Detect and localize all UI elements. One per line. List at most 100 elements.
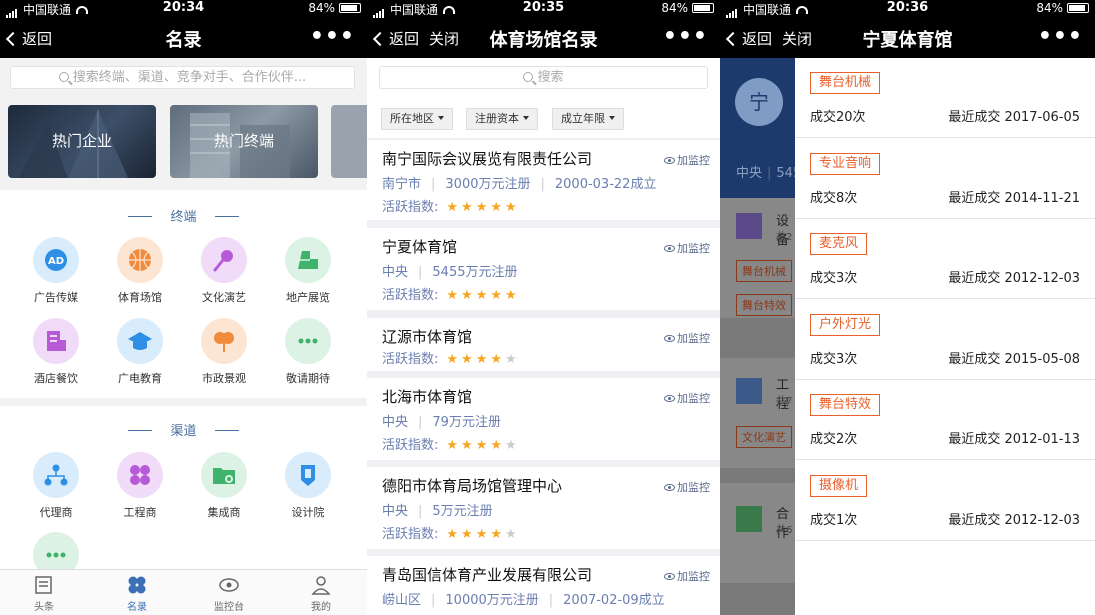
deal-count: 成交20次	[810, 110, 866, 125]
add-monitor-button[interactable]: 加监控	[664, 568, 710, 584]
deal-count: 成交1次	[810, 512, 858, 528]
category-ad-media[interactable]: AD 广告传媒	[14, 237, 98, 305]
avatar: 宁	[735, 78, 783, 126]
monitor-label: 加监控	[677, 332, 710, 345]
star-icon: ★	[461, 352, 476, 367]
activity-index: 活跃指数: ★★★★★	[382, 434, 520, 453]
tab-mine[interactable]: 我的	[291, 574, 351, 613]
tab-label: 名录	[127, 602, 147, 613]
deal-item[interactable]: 舞台特效 成交2次 最近成交 2012-01-13	[795, 380, 1095, 460]
channel-engineer[interactable]: 工程商	[98, 452, 182, 520]
stadium-meta: 中央 | 5万元注册	[382, 504, 493, 519]
channel-label: 集成商	[207, 506, 241, 519]
more-button[interactable]: •••	[663, 24, 708, 49]
stadium-card[interactable]: 北海市体育馆 加监控 中央 | 79万元注册 活跃指数: ★★★★★	[367, 378, 720, 460]
icon-circle	[117, 237, 163, 283]
deal-item[interactable]: 户外灯光 成交3次 最近成交 2015-05-08	[795, 300, 1095, 380]
banner-next[interactable]	[331, 105, 367, 178]
screen-directory: 中国联通 20:34 84% 返回 名录 ••• 搜索终端、渠道、竞争对手、合作…	[0, 0, 367, 615]
building-icon	[298, 251, 318, 269]
eye-icon	[664, 335, 675, 342]
bg-row-sub: 共7	[776, 396, 793, 407]
grid-petals-icon	[130, 465, 150, 485]
search-placeholder: 搜索	[537, 70, 564, 85]
tab-directory[interactable]: 名录	[107, 574, 167, 613]
banner-hot-companies[interactable]: 热门企业	[8, 105, 156, 178]
deal-drawer: 舞台机械 成交20次 最近成交 2017-06-05 专业音响 成交8次 最近成交 201…	[795, 58, 1095, 615]
stadium-card[interactable]: 南宁国际会议展览有限责任公司 加监控 南宁市 | 3000万元注册 | 2000-03-22…	[367, 140, 720, 220]
dimmed-background[interactable]: 宁 中央 | 545 设备 共2 舞台机械 舞台特效 工程 共7 文化演艺 合作 共…	[720, 58, 801, 615]
last-deal-date: 最近成交 2015-05-08	[948, 351, 1080, 367]
stadium-card[interactable]: 宁夏体育馆 加监控 中央 | 5455万元注册 活跃指数: ★★★★★	[367, 228, 720, 310]
channel-label: 工程商	[123, 506, 157, 519]
stadium-meta: 崂山区 | 10000万元注册 | 2007-02-09成立	[382, 593, 665, 608]
product-tag: 舞台特效	[810, 394, 881, 416]
activity-index: 活跃指数: ★★★★★	[382, 196, 520, 215]
deal-item[interactable]: 专业音响 成交8次 最近成交 2014-11-21	[795, 139, 1095, 219]
nav-bar: 返回 关闭 宁夏体育馆 •••	[720, 18, 1095, 58]
star-icon: ★	[490, 527, 506, 542]
star-icon: ★	[475, 352, 491, 367]
deal-item[interactable]: 舞台机械 成交20次 最近成交 2017-06-05	[795, 58, 1095, 138]
category-performance[interactable]: 文化演艺	[182, 237, 266, 305]
section-title-text: 终端	[170, 210, 197, 225]
filter-capital[interactable]: 注册资本	[466, 108, 538, 130]
tab-headlines[interactable]: 头条	[14, 574, 74, 613]
add-monitor-button[interactable]: 加监控	[664, 240, 710, 256]
activity-label: 活跃指数:	[382, 352, 439, 367]
stadium-meta: 南宁市 | 3000万元注册 | 2000-03-22成立	[382, 177, 657, 192]
bg-meta-region: 中央	[736, 166, 763, 181]
filter-region[interactable]: 所在地区	[381, 108, 453, 130]
category-label: 市政景观	[202, 372, 246, 385]
battery-icon	[1067, 3, 1089, 13]
deal-item[interactable]: 摄像机 成交1次 最近成交 2012-12-03	[795, 461, 1095, 541]
filter-years[interactable]: 成立年限	[552, 108, 624, 130]
channel-agent[interactable]: 代理商	[14, 452, 98, 520]
search-placeholder: 搜索终端、渠道、竞争对手、合作伙伴...	[72, 70, 307, 85]
stadium-card[interactable]: 德阳市体育局场馆管理中心 加监控 中央 | 5万元注册 活跃指数: ★★★★★	[367, 467, 720, 549]
icon-circle	[201, 318, 247, 364]
tab-monitor[interactable]: 监控台	[199, 574, 259, 613]
stadium-card[interactable]: 青岛国信体育产业发展有限公司 加监控 崂山区 | 10000万元注册 | 2007-02-0…	[367, 556, 720, 615]
category-landscape[interactable]: 市政景观	[182, 318, 266, 386]
more-button[interactable]: •••	[1038, 24, 1083, 49]
category-stadium[interactable]: 体育场馆	[98, 237, 182, 305]
status-bar: 中国联通 20:36 84%	[720, 0, 1095, 18]
icon-circle	[285, 237, 331, 283]
activity-label: 活跃指数:	[382, 527, 439, 542]
microphone-icon	[213, 250, 233, 272]
search-icon	[523, 72, 534, 82]
add-monitor-button[interactable]: 加监控	[664, 479, 710, 495]
channel-design-institute[interactable]: 设计院	[266, 452, 350, 520]
category-real-estate[interactable]: 地产展览	[266, 237, 350, 305]
screen-stadium-list: 中国联通 20:35 84% 返回 关闭 体育场馆名录 ••• 搜索 所在地区 …	[367, 0, 720, 615]
stadium-meta: 中央 | 5455万元注册	[382, 265, 518, 280]
category-education[interactable]: 广电教育	[98, 318, 182, 386]
add-monitor-button[interactable]: 加监控	[664, 330, 710, 346]
deal-count: 成交3次	[810, 351, 858, 367]
search-input[interactable]: 搜索终端、渠道、竞争对手、合作伙伴...	[10, 66, 355, 89]
activity-index: 活跃指数: ★★★★★	[382, 348, 520, 367]
star-rating: ★★★★★	[446, 352, 519, 367]
category-hotel[interactable]: 酒店餐饮	[14, 318, 98, 386]
add-monitor-button[interactable]: 加监控	[664, 390, 710, 406]
eye-icon	[664, 245, 675, 252]
more-button[interactable]: •••	[310, 24, 355, 49]
banner-label: 热门终端	[213, 132, 274, 150]
stadium-card[interactable]: 辽源市体育馆 加监控 活跃指数: ★★★★★	[367, 318, 720, 371]
monitor-label: 加监控	[677, 154, 710, 167]
battery-icon	[339, 3, 361, 13]
banner-hot-terminals[interactable]: 热门终端	[170, 105, 318, 178]
star-icon: ★	[505, 438, 520, 453]
caret-down-icon	[609, 116, 615, 120]
category-coming-soon[interactable]: 敬请期待	[266, 318, 350, 386]
meta-item: 中央	[382, 265, 409, 280]
star-icon: ★	[446, 288, 462, 303]
ad-icon: AD	[45, 249, 67, 271]
search-input[interactable]: 搜索	[379, 66, 708, 89]
channel-integrator[interactable]: 集成商	[182, 452, 266, 520]
deal-item[interactable]: 麦克风 成交3次 最近成交 2012-12-03	[795, 219, 1095, 299]
add-monitor-button[interactable]: 加监控	[664, 152, 710, 168]
icon-circle: AD	[33, 237, 79, 283]
product-tag: 专业音响	[810, 152, 881, 175]
